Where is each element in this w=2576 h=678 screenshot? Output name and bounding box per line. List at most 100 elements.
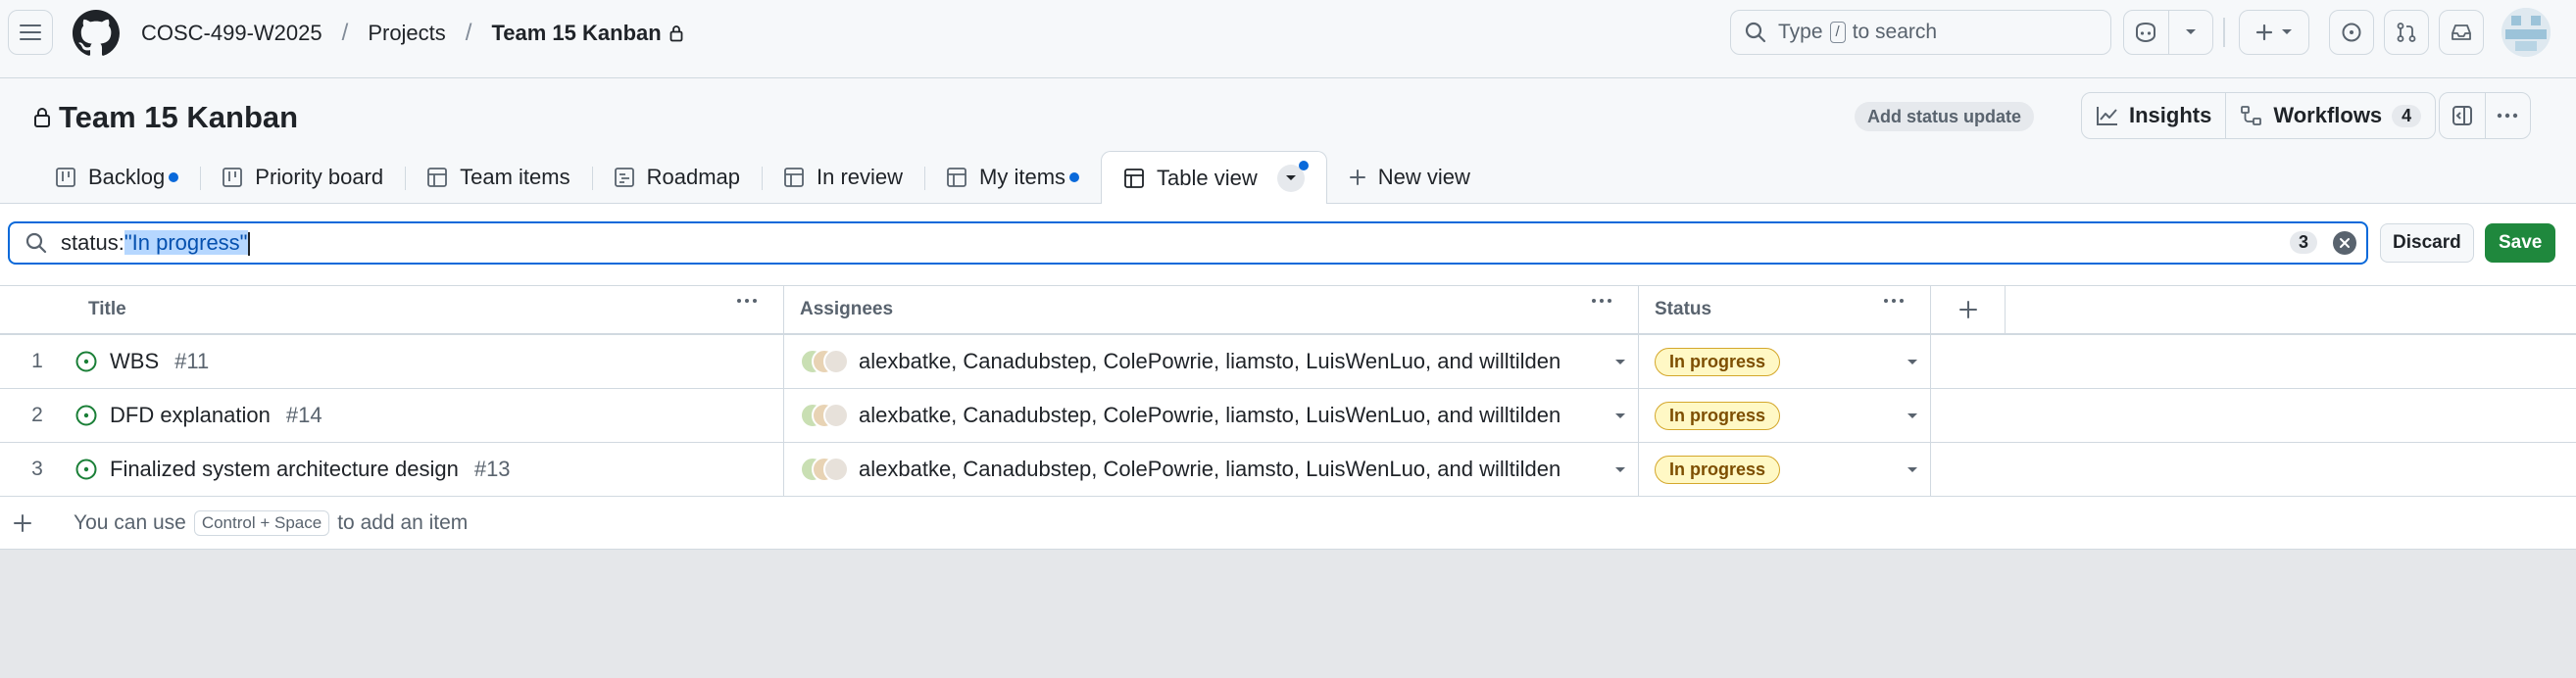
- tab-label: Priority board: [255, 165, 384, 189]
- header-divider: [2223, 18, 2225, 47]
- item-title-text[interactable]: DFD explanation: [110, 403, 271, 428]
- column-assignees-label: Assignees: [800, 299, 894, 319]
- column-header-status[interactable]: Status: [1639, 286, 1931, 333]
- project-menu-button[interactable]: [2484, 93, 2531, 138]
- assignees-cell[interactable]: alexbatke, Canadubstep, ColePowrie, liam…: [784, 335, 1639, 388]
- tab-backlog[interactable]: Backlog: [35, 151, 200, 204]
- item-title[interactable]: DFD explanation #14: [74, 403, 322, 428]
- item-title[interactable]: WBS #11: [74, 349, 209, 374]
- save-button[interactable]: Save: [2485, 223, 2556, 263]
- assignees-text: alexbatke, Canadubstep, ColePowrie, liam…: [859, 349, 1561, 373]
- column-menu-button[interactable]: [736, 298, 758, 304]
- item-title[interactable]: Finalized system architecture design #13: [74, 457, 511, 482]
- item-title-text[interactable]: WBS: [110, 349, 159, 374]
- assignees-cell[interactable]: alexbatke, Canadubstep, ColePowrie, liam…: [784, 443, 1639, 496]
- chevron-down-icon[interactable]: [1907, 359, 1918, 366]
- issue-opened-icon: [75, 459, 97, 480]
- workflows-button[interactable]: Workflows 4: [2225, 93, 2435, 138]
- table-icon: [427, 168, 448, 187]
- new-view-button[interactable]: New view: [1327, 151, 1492, 204]
- filter-value-selected: "In progress": [124, 229, 248, 255]
- status-badge: In progress: [1655, 401, 1781, 430]
- user-avatar[interactable]: [2502, 8, 2551, 57]
- tab-in-review[interactable]: In review: [762, 151, 924, 204]
- tab-roadmap[interactable]: Roadmap: [591, 151, 762, 204]
- breadcrumb: COSC-499-W2025 / Projects / Team 15 Kanb…: [141, 0, 683, 67]
- chevron-down-icon[interactable]: [1614, 466, 1626, 474]
- plus-icon: [1958, 301, 1977, 318]
- issues-button[interactable]: [2329, 10, 2374, 55]
- add-field-button[interactable]: [1931, 286, 2006, 333]
- tab-priority-board[interactable]: Priority board: [200, 151, 405, 204]
- item-title-text[interactable]: Finalized system architecture design: [110, 457, 459, 482]
- menu-button[interactable]: [8, 10, 53, 55]
- filter-input[interactable]: status:"In progress" 3: [8, 221, 2368, 265]
- table-icon: [947, 168, 966, 187]
- chevron-down-icon[interactable]: [1614, 412, 1626, 420]
- tab-label: In review: [817, 165, 904, 189]
- global-search-input[interactable]: Type / to search: [1730, 10, 2111, 55]
- chevron-down-icon[interactable]: [1907, 412, 1918, 420]
- plus-icon: [14, 513, 31, 532]
- table-header: Title Assignees Status: [0, 286, 2576, 335]
- table-row[interactable]: 3 Finalized system architecture design #…: [0, 443, 2576, 497]
- view-options-button[interactable]: [1276, 161, 1309, 192]
- assignee-avatars: [800, 455, 851, 484]
- header-filler: [2006, 286, 2576, 333]
- side-panel-button[interactable]: [2440, 93, 2485, 138]
- column-header-assignees[interactable]: Assignees: [784, 286, 1639, 333]
- assignees-cell[interactable]: alexbatke, Canadubstep, ColePowrie, liam…: [784, 389, 1639, 442]
- chevron-down-icon[interactable]: [1907, 466, 1918, 474]
- column-header-title[interactable]: Title: [74, 286, 784, 333]
- chevron-down-icon[interactable]: [1614, 359, 1626, 366]
- avatar: [823, 349, 849, 374]
- status-cell[interactable]: In progress: [1639, 335, 1931, 388]
- lock-icon: [669, 24, 683, 42]
- filter-result-count: 3: [2289, 231, 2317, 254]
- breadcrumb-org[interactable]: COSC-499-W2025: [141, 21, 322, 46]
- project-title-text[interactable]: Team 15 Kanban: [59, 100, 298, 135]
- discard-button[interactable]: Discard: [2380, 223, 2474, 263]
- tab-table-view[interactable]: Table view: [1101, 151, 1327, 205]
- title-cell[interactable]: WBS #11: [74, 335, 784, 388]
- add-item-row[interactable]: You can use Control + Space to add an it…: [0, 497, 2576, 550]
- search-icon: [1745, 22, 1766, 43]
- add-item-button[interactable]: [0, 513, 45, 533]
- inbox-button[interactable]: [2439, 10, 2484, 55]
- view-tabs: Backlog Priority board Team items Roadma…: [35, 151, 1492, 205]
- tab-team-items[interactable]: Team items: [405, 151, 591, 204]
- board-icon: [223, 168, 243, 187]
- project-title: Team 15 Kanban: [33, 100, 298, 135]
- status-badge: In progress: [1655, 347, 1781, 376]
- title-cell[interactable]: Finalized system architecture design #13: [74, 443, 784, 496]
- status-cell[interactable]: In progress: [1639, 389, 1931, 442]
- breadcrumb-projects[interactable]: Projects: [368, 21, 445, 46]
- column-menu-button[interactable]: [1883, 298, 1905, 304]
- copilot-dropdown[interactable]: [2167, 11, 2213, 54]
- tab-label: Backlog: [88, 165, 166, 189]
- assignees-text: alexbatke, Canadubstep, ColePowrie, liam…: [859, 457, 1561, 481]
- row-number: 1: [31, 350, 43, 372]
- table-icon: [1124, 169, 1144, 188]
- column-status-label: Status: [1655, 299, 1712, 319]
- table-row[interactable]: 1 WBS #11 alexbatke, Canadubstep, ColePo…: [0, 335, 2576, 389]
- breadcrumb-separator: /: [341, 20, 349, 46]
- copilot-button[interactable]: [2124, 11, 2168, 54]
- status-cell[interactable]: In progress: [1639, 443, 1931, 496]
- assignees-text: alexbatke, Canadubstep, ColePowrie, liam…: [859, 403, 1561, 427]
- title-cell[interactable]: DFD explanation #14: [74, 389, 784, 442]
- create-new-button[interactable]: [2239, 10, 2309, 55]
- column-menu-button[interactable]: [1591, 298, 1612, 304]
- clear-filter-button[interactable]: [2333, 231, 2356, 255]
- breadcrumb-project[interactable]: Team 15 Kanban: [491, 21, 661, 46]
- add-status-update-button[interactable]: Add status update: [1855, 102, 2035, 131]
- assignee-avatars: [800, 347, 851, 376]
- keyboard-shortcut: Control + Space: [193, 509, 330, 536]
- avatar: [823, 457, 849, 482]
- pull-requests-button[interactable]: [2384, 10, 2429, 55]
- github-logo-icon[interactable]: [73, 10, 120, 57]
- board-icon: [56, 168, 75, 187]
- table-row[interactable]: 2 DFD explanation #14 alexbatke, Canadub…: [0, 389, 2576, 443]
- tab-my-items[interactable]: My items: [924, 151, 1101, 204]
- insights-button[interactable]: Insights: [2082, 93, 2225, 138]
